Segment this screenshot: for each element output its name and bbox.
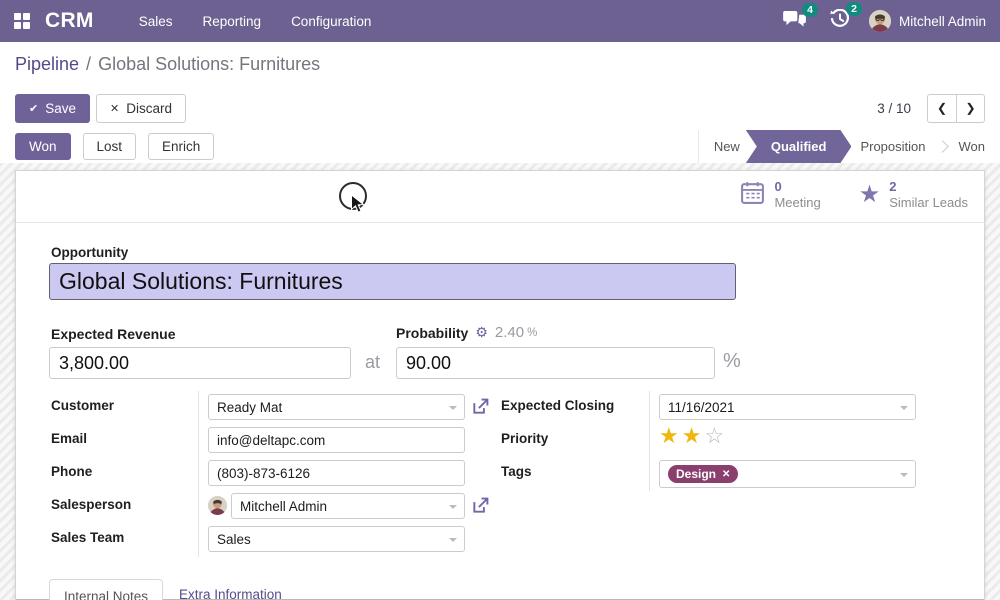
star-filled-icon[interactable]: ★ [659,423,682,448]
similar-leads-count: 2 [889,179,968,195]
breadcrumb-separator: / [86,54,91,75]
salesperson-external-link-icon[interactable] [472,497,489,514]
at-label: at [365,352,380,373]
right-column-divider [649,391,650,491]
pager-counter: 3 / 10 [877,101,911,116]
probability-auto-unit: % [527,327,537,339]
top-navbar: CRM Sales Reporting Configuration 4 [0,0,1000,42]
chevron-down-icon [900,473,908,477]
sales-team-select[interactable]: Sales [208,526,465,552]
check-icon: ✔ [29,102,38,115]
percent-suffix: % [723,350,741,373]
pager-next-button[interactable]: ❯ [956,94,985,123]
apps-grid-icon[interactable] [14,13,30,29]
tag-design[interactable]: Design ✕ [668,465,738,483]
customer-external-link-icon[interactable] [472,398,489,415]
expected-revenue-input[interactable] [49,347,351,379]
user-avatar [869,10,891,32]
breadcrumb: Pipeline / Global Solutions: Furnitures [0,42,1000,86]
activities-badge: 2 [846,2,862,17]
breadcrumb-pipeline-link[interactable]: Pipeline [15,54,79,75]
star-filled-icon[interactable]: ★ [682,423,705,448]
tag-remove-icon[interactable]: ✕ [722,469,730,480]
mark-lost-button[interactable]: Lost [83,133,137,160]
calendar-icon [740,180,765,210]
breadcrumb-current: Global Solutions: Furnitures [98,54,320,75]
salesperson-avatar [208,496,227,515]
tags-select[interactable]: Design ✕ [659,460,916,488]
opportunity-label: Opportunity [51,245,128,260]
mouse-cursor-icon [350,194,365,219]
opportunity-title-input[interactable] [49,263,736,300]
email-input[interactable] [208,427,465,453]
star-empty-icon[interactable]: ☆ [704,423,727,448]
chevron-down-icon [449,538,457,542]
similar-leads-label: Similar Leads [889,195,968,211]
chevron-down-icon [449,505,457,509]
phone-label: Phone [51,464,92,479]
close-icon: ✕ [110,102,119,115]
phone-input[interactable] [208,460,465,486]
form-header: 0 Meeting ★ 2 Similar Leads [16,171,984,223]
tab-extra-information[interactable]: Extra Information [179,587,282,600]
stage-proposition[interactable]: Proposition [845,130,940,163]
star-icon: ★ [859,183,881,207]
sales-team-label: Sales Team [51,530,124,545]
chevron-right-icon: ❯ [965,101,975,115]
meeting-label: Meeting [774,195,820,211]
user-menu[interactable]: Mitchell Admin [869,10,986,32]
pager: 3 / 10 ❮ ❯ [877,94,985,123]
expected-closing-select[interactable]: 11/16/2021 [659,394,916,420]
save-button[interactable]: ✔ Save [15,94,90,123]
crm-form-view: CRM Sales Reporting Configuration 4 [0,0,1000,600]
messages-button[interactable]: 4 [778,7,811,36]
discard-button[interactable]: ✕ Discard [96,94,186,123]
menu-reporting[interactable]: Reporting [188,0,277,42]
enrich-button[interactable]: Enrich [148,133,214,160]
control-panel: ✔ Save ✕ Discard 3 / 10 ❮ ❯ [0,86,1000,130]
pager-previous-button[interactable]: ❮ [927,94,956,123]
probability-label: Probability [396,325,468,341]
stage-won[interactable]: Won [944,130,1000,163]
customer-select[interactable]: Ready Mat [208,394,465,420]
similar-leads-stat-button[interactable]: ★ 2 Similar Leads [859,179,968,211]
salesperson-label: Salesperson [51,497,131,512]
user-name: Mitchell Admin [899,14,986,29]
probability-auto-value: 2.40 [495,324,524,341]
form-sheet: 0 Meeting ★ 2 Similar Leads Opportunity … [15,170,985,600]
expected-closing-label: Expected Closing [501,398,614,413]
priority-stars[interactable]: ★★☆ [659,423,727,449]
status-row: Won Lost Enrich New Qualified Propositio… [0,130,1000,163]
left-column-divider [198,391,199,557]
stage-bar: New Qualified Proposition Won [698,130,1000,163]
chevron-left-icon: ❮ [937,101,947,115]
stage-qualified-active[interactable]: Qualified [746,130,852,163]
priority-label: Priority [501,431,548,446]
menu-sales[interactable]: Sales [124,0,188,42]
menu-configuration[interactable]: Configuration [276,0,386,42]
probability-input[interactable] [396,347,715,379]
app-name: CRM [45,9,94,33]
meeting-count: 0 [774,179,820,195]
gear-icon[interactable]: ⚙ [475,324,488,341]
customer-label: Customer [51,398,114,413]
salesperson-select[interactable]: Mitchell Admin [231,493,465,519]
chevron-down-icon [449,406,457,410]
expected-revenue-label: Expected Revenue [51,326,176,342]
activities-button[interactable]: 2 [825,6,855,37]
tab-internal-notes[interactable]: Internal Notes [49,579,163,600]
chevron-down-icon [900,406,908,410]
meeting-stat-button[interactable]: 0 Meeting [740,179,820,211]
stage-new[interactable]: New [699,130,755,163]
tags-label: Tags [501,464,532,479]
messages-badge: 4 [802,3,818,18]
mark-won-button[interactable]: Won [15,133,71,160]
email-label: Email [51,431,87,446]
